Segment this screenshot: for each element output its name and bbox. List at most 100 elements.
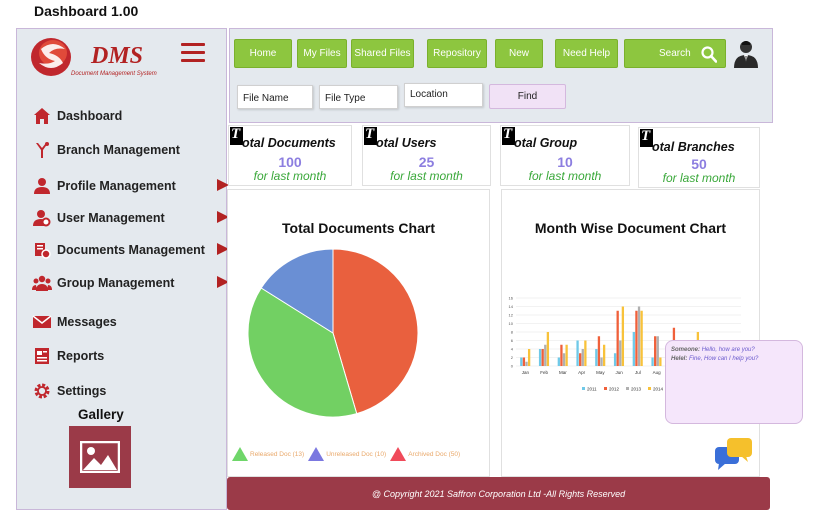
person-icon [31,176,53,196]
total-users-card[interactable]: otal Users 25for last month [362,125,491,186]
bar-2013-Jun [619,340,622,366]
bar-2012-Jun [616,310,619,366]
nav-new-button[interactable]: New [495,39,543,68]
total-group-card[interactable]: otal Group 10for last month [500,125,630,186]
dms-logo[interactable]: DMS Document Management System [29,33,169,81]
find-button[interactable]: Find [489,84,566,109]
sidebar-item-documents-management[interactable]: Documents Management [31,239,229,261]
sidebar-item-branch-management[interactable]: Branch Management [31,139,227,161]
group-icon [31,273,53,293]
chat-text: Fine, How can I help you? [689,356,759,362]
triangle-icon [232,447,248,461]
total-documents-card[interactable]: otal Documents 100for last month [228,125,352,186]
nav-my-files-button[interactable]: My Files [297,39,347,68]
sidebar-item-label: Group Management [57,276,175,290]
bar-2014-Jun [621,306,625,366]
stat-value: 10 [557,154,573,170]
bar-2014-Jul [640,310,643,366]
branch-icon [31,140,53,160]
app-title: Dashboard 1.00 [34,3,139,19]
bar-2014-May [602,344,606,366]
sidebar-item-label: Dashboard [57,109,123,123]
y-tick-label: 16 [509,296,514,301]
pie-chart-panel: Total Documents Chart [227,189,490,477]
sidebar-item-label: User Management [57,211,165,225]
copyright-text: @ Copyright 2021 Saffron Corporation Ltd… [371,488,626,499]
user-avatar-icon[interactable] [733,39,759,68]
y-tick-label: 12 [509,313,514,318]
y-tick-label: 4 [511,347,514,352]
x-tick-label: Jul [635,370,641,375]
stat-title: otal Group [514,136,578,150]
legend-swatch-2013 [626,387,629,390]
total-branches-card[interactable]: otal Branches 50for last month [638,127,760,188]
nav-repository-button[interactable]: Repository [427,39,487,68]
nav-need-help-button[interactable]: Need Help [555,39,618,68]
bar-2011-Jun [613,353,617,366]
nav-home-button[interactable]: Home [234,39,292,68]
sidebar-item-messages[interactable]: Messages [31,311,227,333]
nav-shared-files-button[interactable]: Shared Files [351,39,414,68]
bar-2011-Jul [632,332,635,366]
file-type-input[interactable]: File Type [319,85,398,109]
pie-legend-item: Unreleased Doc (10) [308,447,386,461]
y-tick-label: 2 [511,355,514,360]
chat-bubbles-icon[interactable] [714,437,754,471]
bar-2012-Jul [635,310,638,366]
gallery-image-icon[interactable] [69,426,131,488]
bar-2013-Feb [544,344,547,366]
y-tick-label: 8 [511,330,514,335]
bar-2014-Jan [527,349,531,366]
stat-title: otal Documents [242,136,336,150]
stat-subtitle: for last month [528,169,602,183]
x-tick-label: Jun [615,370,623,375]
pie-chart [247,248,419,418]
chat-message: Helel: Fine, How can I help you? [671,356,797,362]
sidebar-item-label: Messages [57,315,117,329]
sidebar-item-group-management[interactable]: Group Management [31,272,229,294]
stat-title: otal Branches [652,140,735,154]
bar-chart: 0246810121416JanFebMarAprMayJunJulAugSep… [509,296,741,392]
chat-sender: Helel: [671,356,688,362]
sidebar-item-profile-management[interactable]: Profile Management [31,175,229,197]
dashboard-root: Dashboard 1.00 DMS Document Management S… [0,0,813,525]
stat-subtitle: for last month [662,171,736,185]
bar-2014-Feb [546,332,550,366]
triangle-icon [390,447,407,461]
bar-2013-Mar [562,353,566,366]
file-name-input[interactable]: File Name [237,85,313,109]
chat-text: Hello, how are you? [701,347,755,353]
bar-2014-Aug [659,357,662,366]
legend-label-2013: 2013 [631,387,642,392]
hamburger-menu-icon[interactable] [181,43,205,63]
chat-sender: Someone: [671,347,701,353]
bar-chart-panel: Month Wise Document Chart 0 2 4 6 8 10 12 14 16 J… [501,189,760,477]
legend-label-2014: 2014 [653,387,664,392]
bar-2013-May [600,357,603,366]
bar-2012-Apr [579,353,582,366]
sidebar-item-label: Settings [57,384,107,398]
bar-2011-May [595,349,598,366]
sidebar-item-label: Profile Management [57,179,176,193]
chat-message: Someone: Hello, how are you? [671,347,797,353]
x-tick-label: Mar [559,370,567,375]
search-icon [701,46,717,63]
sidebar-item-dashboard[interactable]: Dashboard [31,105,227,127]
sidebar-item-reports[interactable]: Reports [31,345,227,367]
user-gear-icon [31,208,53,228]
gallery-title: Gallery [78,407,124,422]
bar-2012-Jan [522,357,526,366]
sidebar-item-user-management[interactable]: User Management [31,207,229,229]
sidebar-item-label: Reports [57,349,105,363]
x-tick-label: Feb [540,370,548,375]
chat-popup[interactable]: Someone: Hello, how are you? Helel: Fine,… [665,340,803,424]
stat-value: 50 [691,156,707,172]
pie-legend-label: Released Doc (13) [250,450,305,458]
search-button[interactable]: Search [624,39,726,68]
sidebar-item-settings[interactable]: Settings [31,380,227,402]
bar-2013-Apr [581,349,584,366]
bar-2011-Aug [651,357,654,366]
home-icon [31,106,53,126]
brand-name: DMS [91,43,144,69]
location-input[interactable]: Location [404,83,483,107]
